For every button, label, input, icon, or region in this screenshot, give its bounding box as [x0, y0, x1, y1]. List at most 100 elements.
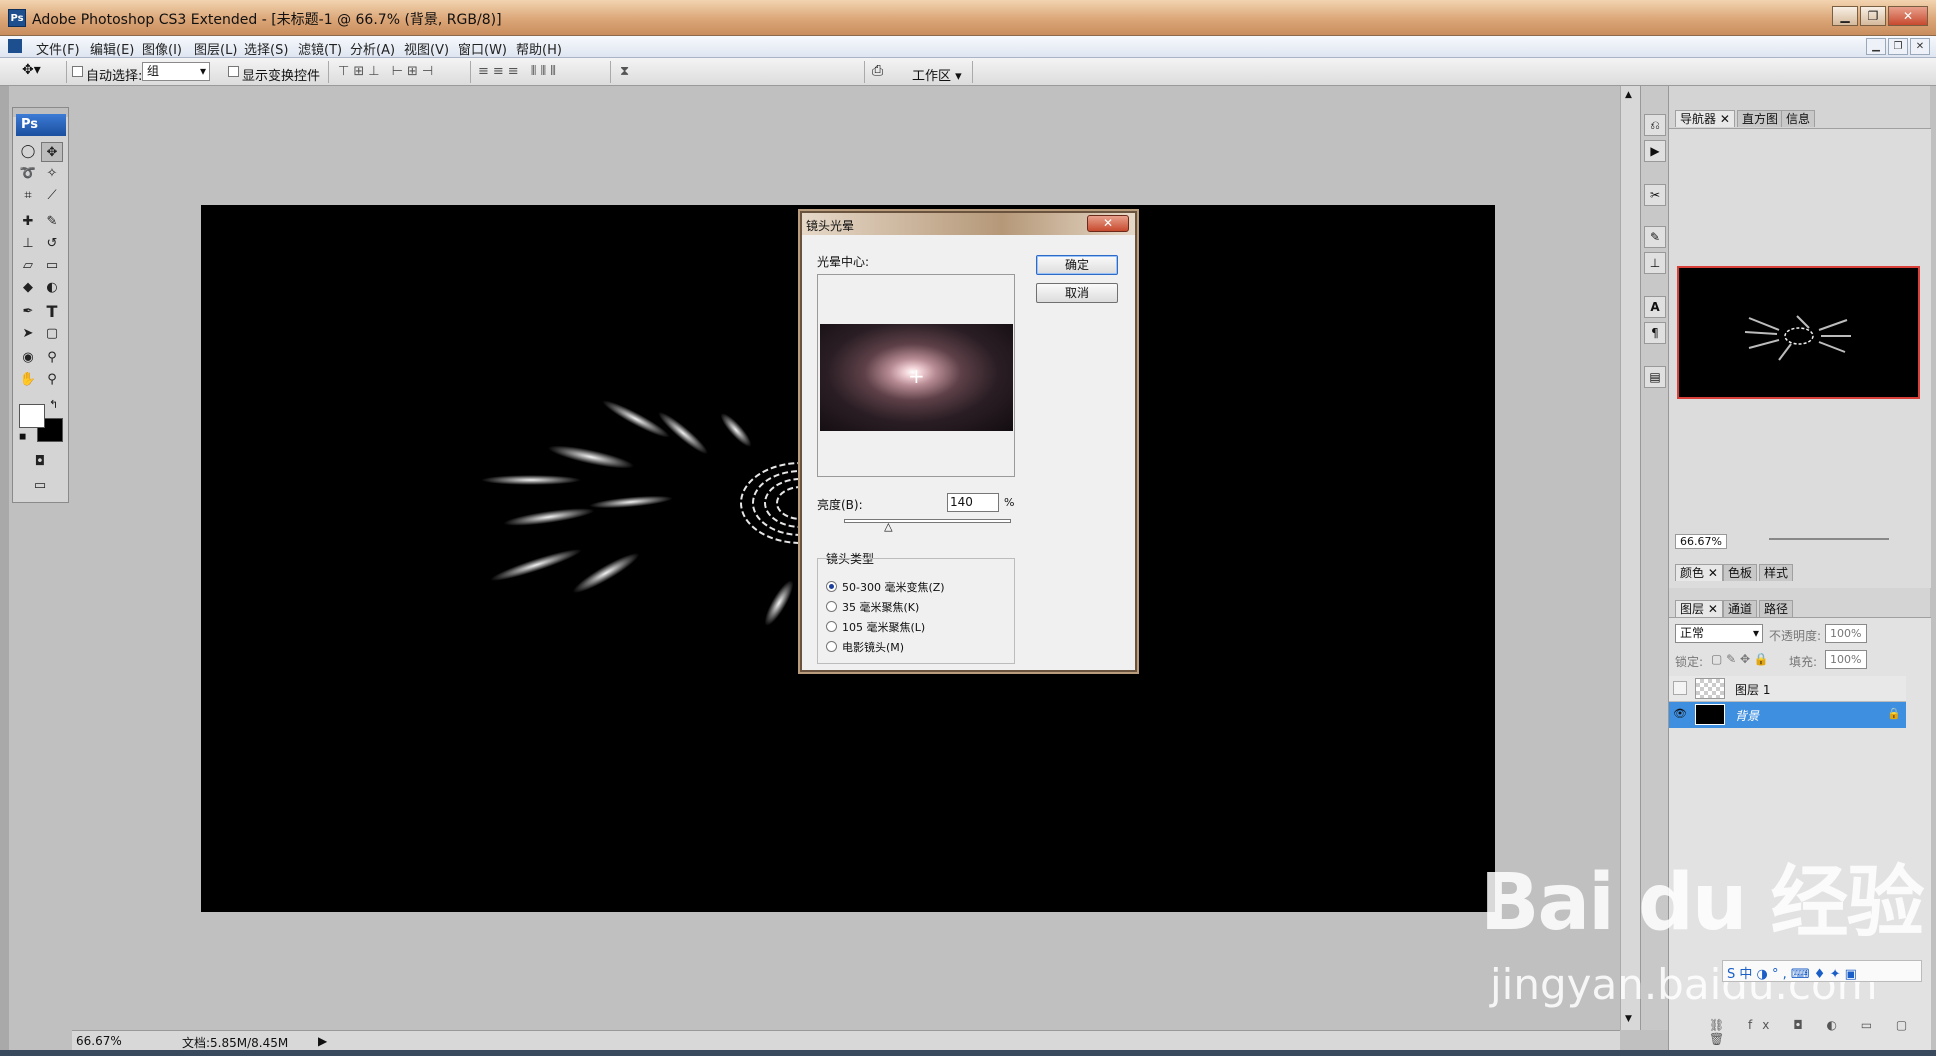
layer-row-selected[interactable]: 👁 背景 🔒	[1669, 702, 1906, 728]
slice-tool-icon[interactable]: ⟋	[41, 186, 63, 206]
document-size[interactable]: 文档:5.85M/8.45M	[182, 1034, 288, 1051]
clone-stamp-icon[interactable]: ⊥	[17, 234, 39, 254]
lock-icons[interactable]: ▢ ✎ ✥ 🔒	[1711, 652, 1769, 666]
lens-option-label[interactable]: 105 毫米聚焦(L)	[842, 619, 925, 635]
opacity-field[interactable]: 100%	[1825, 624, 1867, 643]
tab-channels[interactable]: 通道	[1723, 600, 1758, 617]
show-transform-checkbox[interactable]	[228, 66, 239, 77]
blend-mode-dropdown[interactable]: 正常 ▾	[1675, 624, 1763, 643]
tab-info[interactable]: 信息	[1781, 110, 1816, 127]
character-panel-icon[interactable]: A	[1644, 296, 1666, 318]
ime-toolbar[interactable]: S 中 ◑ ° , ⌨ ♦ ✦ ▣	[1722, 960, 1922, 982]
move-tool-preset-icon[interactable]: ✥▾	[22, 62, 41, 78]
ime-icons[interactable]: S 中 ◑ ° , ⌨ ♦ ✦ ▣	[1727, 963, 1857, 982]
menu-help[interactable]: 帮助(H)	[516, 39, 562, 58]
menu-view[interactable]: 视图(V)	[404, 39, 449, 58]
actions-panel-icon[interactable]: ▶	[1644, 140, 1666, 162]
radio-button[interactable]	[826, 621, 837, 632]
status-menu-icon[interactable]: ▶	[318, 1034, 327, 1048]
eye-icon[interactable]: 👁	[1673, 707, 1687, 720]
menu-image[interactable]: 图像(I)	[142, 39, 182, 58]
crosshair-icon[interactable]: +	[908, 366, 925, 386]
workspace-button[interactable]: 工作区 ▾	[912, 65, 962, 84]
lens-option-label[interactable]: 50-300 毫米变焦(Z)	[842, 579, 945, 595]
cancel-button[interactable]: 取消	[1036, 283, 1118, 303]
tab-navigator[interactable]: 导航器 ✕	[1675, 110, 1735, 127]
brightness-input[interactable]: 140	[947, 493, 999, 512]
dodge-tool-icon[interactable]: ◐	[41, 278, 63, 298]
visibility-toggle[interactable]	[1673, 681, 1687, 695]
lens-option-row[interactable]: 电影镜头(M)	[826, 639, 1006, 655]
lens-option-label[interactable]: 电影镜头(M)	[842, 639, 904, 655]
paragraph-panel-icon[interactable]: ¶	[1644, 322, 1666, 344]
menu-select[interactable]: 选择(S)	[244, 39, 288, 58]
healing-brush-icon[interactable]: ✚	[17, 212, 39, 232]
path-select-icon[interactable]: ➤	[17, 324, 39, 344]
navigator-thumbnail[interactable]	[1677, 266, 1920, 399]
clone-source-icon[interactable]: ⊥	[1644, 252, 1666, 274]
shape-tool-icon[interactable]: ▢	[41, 324, 63, 344]
screen-mode-icon[interactable]: ▭	[29, 476, 51, 496]
doc-close-button[interactable]: ✕	[1910, 38, 1930, 55]
scroll-up-icon[interactable]: ▲	[1625, 90, 1632, 100]
layer-comps-icon[interactable]: ▤	[1644, 366, 1666, 388]
align-buttons-icon[interactable]: ⊤⊞⊥ ⊢⊞⊣	[338, 64, 437, 79]
doc-restore-button[interactable]: ❐	[1888, 38, 1908, 55]
menu-edit[interactable]: 编辑(E)	[90, 39, 134, 58]
flare-preview-image[interactable]: +	[820, 324, 1013, 431]
navigator-zoom[interactable]: 66.67%	[1675, 534, 1727, 549]
auto-select-dropdown[interactable]: 组 ▾	[142, 62, 210, 81]
auto-select-checkbox[interactable]	[72, 66, 83, 77]
marquee-tool-icon[interactable]: ◯	[17, 142, 39, 162]
pen-tool-icon[interactable]: ✒	[17, 302, 39, 322]
history-panel-icon[interactable]: ⎌	[1644, 114, 1666, 136]
eraser-tool-icon[interactable]: ▱	[17, 256, 39, 276]
tab-color[interactable]: 颜色 ✕	[1675, 564, 1723, 581]
blur-tool-icon[interactable]: ◆	[17, 278, 39, 298]
menu-filter[interactable]: 滤镜(T)	[298, 39, 342, 58]
foreground-color-swatch[interactable]	[19, 404, 45, 428]
close-button[interactable]: ✕	[1888, 6, 1928, 26]
type-tool-icon[interactable]: T	[41, 302, 63, 322]
eyedropper-icon[interactable]: ⚲	[41, 348, 63, 368]
layer-name[interactable]: 背景	[1735, 707, 1759, 724]
brush-tool-icon[interactable]: ✎	[41, 212, 63, 232]
tab-histogram[interactable]: 直方图	[1737, 110, 1784, 127]
radio-button[interactable]	[826, 601, 837, 612]
quick-mask-icon[interactable]: ◘	[29, 452, 51, 472]
lens-option-row[interactable]: 105 毫米聚焦(L)	[826, 619, 1006, 635]
menu-layer[interactable]: 图层(L)	[194, 39, 237, 58]
tab-layers[interactable]: 图层 ✕	[1675, 600, 1723, 617]
lasso-tool-icon[interactable]: ➰	[17, 164, 39, 184]
brightness-slider-track[interactable]	[844, 519, 1011, 523]
layer-row[interactable]: 图层 1	[1669, 676, 1906, 702]
tab-styles[interactable]: 样式	[1759, 564, 1794, 581]
zoom-readout[interactable]: 66.67%	[76, 1034, 122, 1048]
layer-name[interactable]: 图层 1	[1735, 681, 1770, 698]
auto-align-icon[interactable]: ⧗	[620, 64, 633, 79]
hand-tool-icon[interactable]: ✋	[17, 370, 39, 390]
flare-preview[interactable]: +	[817, 274, 1015, 477]
radio-button[interactable]	[826, 581, 837, 592]
minimize-button[interactable]: ▁	[1832, 6, 1858, 26]
magic-wand-icon[interactable]: ✧	[41, 164, 63, 184]
3d-tool-icon[interactable]: ◉	[17, 348, 39, 368]
lens-option-row[interactable]: 50-300 毫米变焦(Z)	[826, 579, 1006, 595]
crop-tool-icon[interactable]: ⌗	[17, 186, 39, 206]
tab-paths[interactable]: 路径	[1759, 600, 1794, 617]
navigator-zoom-slider[interactable]	[1769, 538, 1889, 540]
fill-field[interactable]: 100%	[1825, 650, 1867, 669]
distribute-buttons-icon[interactable]: ≡≡≡ ⦀⦀⦀	[478, 64, 560, 79]
swap-colors-icon[interactable]: ↰	[49, 398, 58, 411]
lens-option-row[interactable]: 35 毫米聚焦(K)	[826, 599, 1006, 615]
menu-analysis[interactable]: 分析(A)	[350, 39, 395, 58]
history-brush-icon[interactable]: ↺	[41, 234, 63, 254]
menu-window[interactable]: 窗口(W)	[458, 39, 507, 58]
ok-button[interactable]: 确定	[1036, 255, 1118, 275]
menu-file[interactable]: 文件(F)	[36, 39, 80, 58]
move-tool-icon[interactable]: ✥	[41, 142, 63, 162]
lens-option-label[interactable]: 35 毫米聚焦(K)	[842, 599, 919, 615]
brightness-slider-thumb[interactable]: △	[884, 521, 892, 532]
tool-presets-icon[interactable]: ✂	[1644, 184, 1666, 206]
doc-minimize-button[interactable]: ▁	[1866, 38, 1886, 55]
